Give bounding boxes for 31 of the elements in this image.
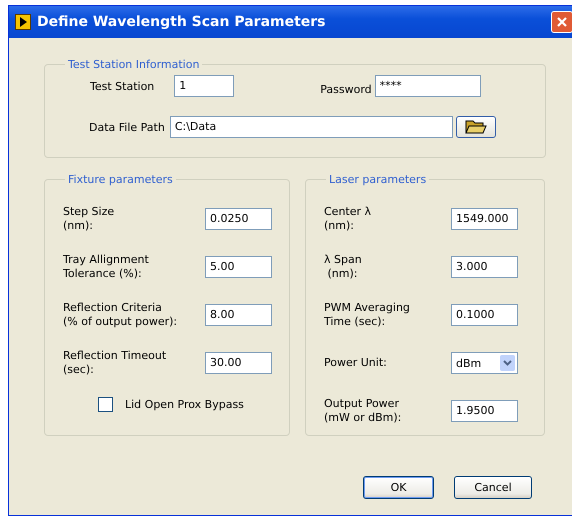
checkbox-label: Lid Open Prox Bypass <box>125 398 244 411</box>
input-field[interactable]: 0.0250 <box>205 208 272 230</box>
cancel-button[interactable]: Cancel <box>454 476 532 499</box>
path-field[interactable]: C:\Data <box>170 116 453 138</box>
field-label: Tray Allignment Tolerance (%): <box>63 253 150 281</box>
field-label: Reflection Timeout (sec): <box>63 349 168 377</box>
input-field[interactable]: 0.1000 <box>451 304 518 326</box>
field-label: Step Size (nm): <box>63 205 116 233</box>
group-title: Laser parameters <box>328 173 428 186</box>
field-label: Power Unit: <box>324 356 388 370</box>
field-label: Output Power (mW or dBm): <box>324 397 402 425</box>
field-label: Reflection Criteria (% of output power): <box>63 301 178 329</box>
ok-button[interactable]: OK <box>363 476 434 499</box>
input-field[interactable]: 1.9500 <box>451 400 518 422</box>
input-field[interactable]: 1549.000 <box>451 208 518 230</box>
input-field[interactable]: 8.00 <box>205 304 272 326</box>
window-title: Define Wavelength Scan Parameters <box>37 14 327 30</box>
field-label: λ Span (nm): <box>324 253 363 281</box>
field-label: PWM Averaging Time (sec): <box>324 301 411 329</box>
group-title: Test Station Information <box>67 58 200 71</box>
input-field[interactable]: 5.00 <box>205 256 272 278</box>
field-label: Test Station <box>90 80 154 92</box>
field-label: Center λ (nm): <box>324 205 372 233</box>
input-field[interactable]: 3.000 <box>451 256 518 278</box>
input-field[interactable]: 30.00 <box>205 352 272 374</box>
field-label: Data File Path <box>89 120 165 134</box>
group-title: Fixture parameters <box>67 173 174 186</box>
input-field[interactable]: 1 <box>174 75 234 97</box>
field-label: Password <box>320 82 372 96</box>
password-field[interactable]: **** <box>374 75 481 97</box>
unit-dropdown[interactable]: dBm <box>451 352 518 374</box>
